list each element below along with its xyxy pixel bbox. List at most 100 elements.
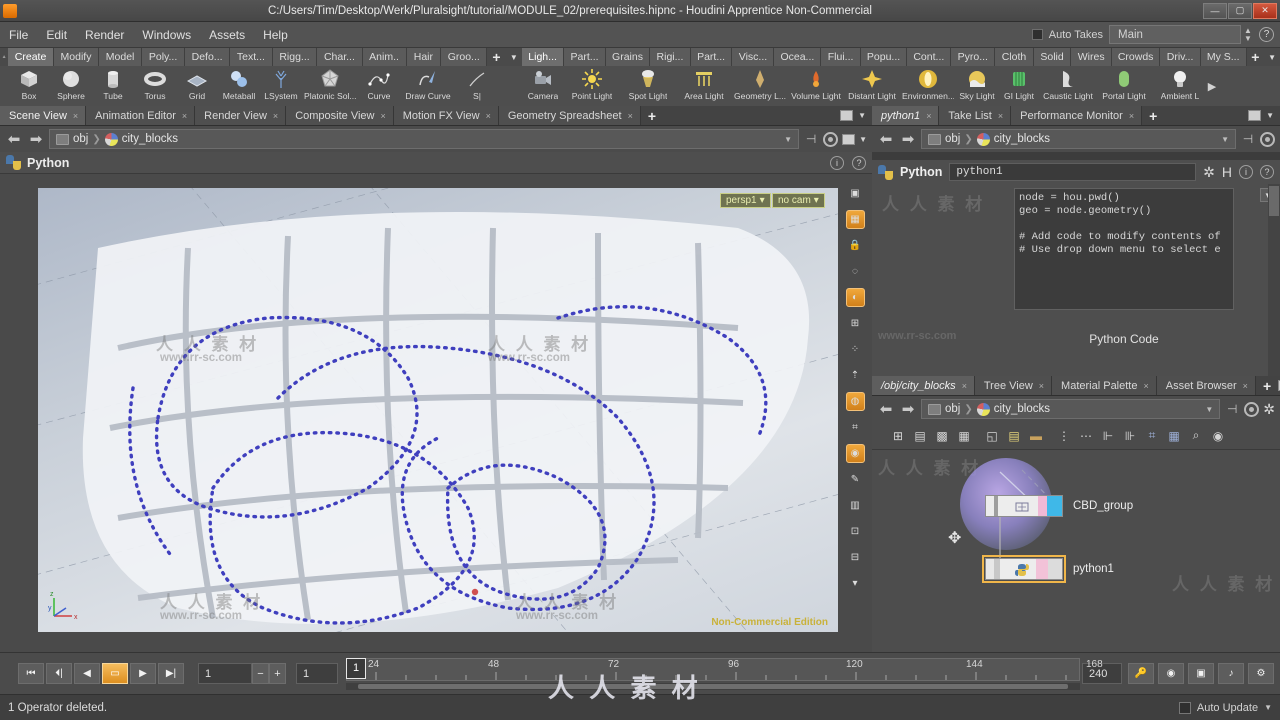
point-display-icon[interactable]: ⁘: [846, 340, 865, 359]
auto-update-group[interactable]: Auto Update ▼: [1178, 701, 1272, 714]
path-segment-obj[interactable]: obj: [945, 133, 960, 145]
gear-icon[interactable]: ✲: [1263, 401, 1275, 418]
sheet-icon[interactable]: ▤: [910, 427, 930, 445]
shelf-tab-rigid[interactable]: Rigi...: [650, 48, 691, 66]
shelf-tab-menu-right-icon[interactable]: ▼: [1264, 48, 1280, 66]
gear-icon[interactable]: ✲: [1203, 164, 1215, 181]
shelf-tool-draw-curve[interactable]: Draw Curve: [400, 66, 456, 106]
tab-render-view[interactable]: Render View ×: [195, 106, 287, 125]
start-frame-input[interactable]: 1: [296, 663, 338, 684]
scrollbar-thumb[interactable]: [358, 683, 1068, 689]
jump-to-start-button[interactable]: ⏮: [18, 663, 44, 684]
key-icon[interactable]: 🔑: [1128, 663, 1154, 684]
nav-forward-icon[interactable]: ➡: [27, 130, 45, 148]
nav-back-icon[interactable]: ⬅: [877, 130, 895, 148]
shelf-tab-modify[interactable]: Modify: [53, 48, 100, 66]
tab-scene-view[interactable]: Scene View ×: [0, 106, 87, 125]
lock-icon[interactable]: ▣: [1188, 663, 1214, 684]
layout-icon[interactable]: ◱: [982, 427, 1002, 445]
path-field[interactable]: obj ❯ city_blocks ▼: [921, 399, 1221, 419]
target-icon[interactable]: [1260, 131, 1275, 147]
shelf-tool-camera[interactable]: Camera: [522, 66, 564, 106]
pin-icon[interactable]: ⊣: [803, 132, 819, 146]
shelf-tool-caustic-light[interactable]: Caustic Light: [1040, 66, 1096, 106]
measure-icon[interactable]: ✎: [846, 470, 865, 489]
notes-icon[interactable]: ▤: [1004, 427, 1024, 445]
shelf-overflow-arrow-icon[interactable]: ▶: [1208, 66, 1216, 106]
shelf-tab-grooming[interactable]: Groo...: [441, 48, 488, 66]
shelf-tool-sphere[interactable]: Sphere: [50, 66, 92, 106]
close-icon[interactable]: ×: [486, 111, 491, 121]
frame-decrement-button[interactable]: −: [252, 663, 269, 684]
nav-forward-icon[interactable]: ➡: [899, 400, 917, 418]
tab-python1[interactable]: python1 ×: [872, 106, 940, 125]
maximize-button[interactable]: ▢: [1228, 2, 1252, 19]
jump-to-end-button[interactable]: ▶|: [158, 663, 184, 684]
python-code-editor[interactable]: node = hou.pwd() geo = node.geometry() #…: [1014, 188, 1234, 310]
shelf-tab-particle-fluids[interactable]: Part...: [690, 48, 733, 66]
help-icon[interactable]: ?: [1260, 165, 1274, 179]
shelf-tab-texture[interactable]: Text...: [230, 48, 273, 66]
shelf-tool-area-light[interactable]: Area Light: [676, 66, 732, 106]
nav-back-icon[interactable]: ⬅: [877, 400, 895, 418]
viewport-canvas[interactable]: 人 人 素 材 www.rr-sc.com 人 人 素 材 www.rr-sc.…: [38, 188, 838, 632]
shelf-tab-lights[interactable]: Ligh...: [522, 48, 565, 66]
path-segment-city-blocks[interactable]: city_blocks: [994, 133, 1050, 145]
settings-icon[interactable]: ⚙: [1248, 663, 1274, 684]
menu-item-windows[interactable]: Windows: [133, 25, 200, 45]
audio-icon[interactable]: ♪: [1218, 663, 1244, 684]
path-field[interactable]: obj ❯ city_blocks ▼: [921, 129, 1236, 149]
add-tab-button[interactable]: +: [641, 106, 663, 125]
target-icon[interactable]: [1244, 401, 1260, 417]
table-icon[interactable]: ▩: [932, 427, 952, 445]
shelf-tab-grains[interactable]: Grains: [605, 48, 651, 66]
nav-back-icon[interactable]: ⬅: [5, 130, 23, 148]
tab-take-list[interactable]: Take List ×: [939, 106, 1012, 125]
shelf-tool-sky-light[interactable]: Sky Light: [956, 66, 998, 106]
shelf-tab-viscous[interactable]: Visc...: [732, 48, 775, 66]
menu-item-file[interactable]: File: [0, 25, 37, 45]
shelf-tab-hair[interactable]: Hair: [406, 48, 442, 66]
step-back-key-button[interactable]: ⏴|: [46, 663, 72, 684]
viewport-maximize-button[interactable]: [842, 133, 856, 145]
close-icon[interactable]: ×: [1143, 381, 1148, 391]
take-selector[interactable]: Main: [1109, 25, 1241, 44]
tab-obj-city-blocks[interactable]: /obj/city_blocks ×: [872, 376, 975, 395]
snap-grid-icon[interactable]: ⌗: [1142, 427, 1162, 445]
target-icon[interactable]: [823, 131, 839, 147]
shelf-tab-deform[interactable]: Defo...: [185, 48, 231, 66]
shelf-tab-menu-left-icon[interactable]: ▼: [506, 48, 522, 66]
viewport-layout-icon[interactable]: ⊟: [846, 548, 865, 567]
ghost-icon[interactable]: ◌: [846, 262, 865, 281]
take-spinner-icon[interactable]: ▲ ▼: [1241, 26, 1255, 43]
path-segment-obj[interactable]: obj: [945, 403, 960, 415]
shelf-tool-environment-light[interactable]: Environmen...: [900, 66, 956, 106]
network-node-python1[interactable]: python1: [982, 555, 1114, 583]
normals-icon[interactable]: ⇡: [846, 366, 865, 385]
current-frame-input[interactable]: 1: [198, 663, 252, 684]
close-button[interactable]: ✕: [1253, 2, 1277, 19]
auto-takes-checkbox[interactable]: [1031, 29, 1043, 40]
chevron-down-icon[interactable]: ▼: [784, 135, 792, 144]
shelf-tab-wires[interactable]: Wires: [1071, 48, 1112, 66]
tab-composite-view[interactable]: Composite View ×: [286, 106, 394, 125]
network-node-cbd-group[interactable]: CBD_group: [985, 493, 1133, 519]
pane-menu-icon[interactable]: ▼: [858, 111, 866, 120]
viewport-camera-selector[interactable]: persp1 ▾: [720, 193, 771, 208]
minimize-button[interactable]: —: [1203, 2, 1227, 19]
box-icon[interactable]: ▬: [1026, 427, 1046, 445]
shelf-tab-particles[interactable]: Part...: [564, 48, 606, 66]
timeline-scrollbar[interactable]: [346, 682, 1080, 690]
timeline-playhead[interactable]: 1: [346, 657, 366, 679]
close-icon[interactable]: ×: [926, 111, 931, 121]
pin-icon[interactable]: ⊣: [1224, 402, 1240, 416]
close-icon[interactable]: ×: [1039, 381, 1044, 391]
houdini-h-icon[interactable]: H: [1222, 164, 1232, 180]
menu-item-help[interactable]: Help: [254, 25, 297, 45]
shelf-tool-gi-light[interactable]: GI Light: [998, 66, 1040, 106]
node-body[interactable]: [982, 555, 1066, 583]
scrollbar-thumb[interactable]: [1269, 186, 1279, 216]
shelf-tab-cloth[interactable]: Cloth: [995, 48, 1034, 66]
record-icon[interactable]: ◉: [1158, 663, 1184, 684]
shelf-tool-spot-light[interactable]: Spot Light: [620, 66, 676, 106]
